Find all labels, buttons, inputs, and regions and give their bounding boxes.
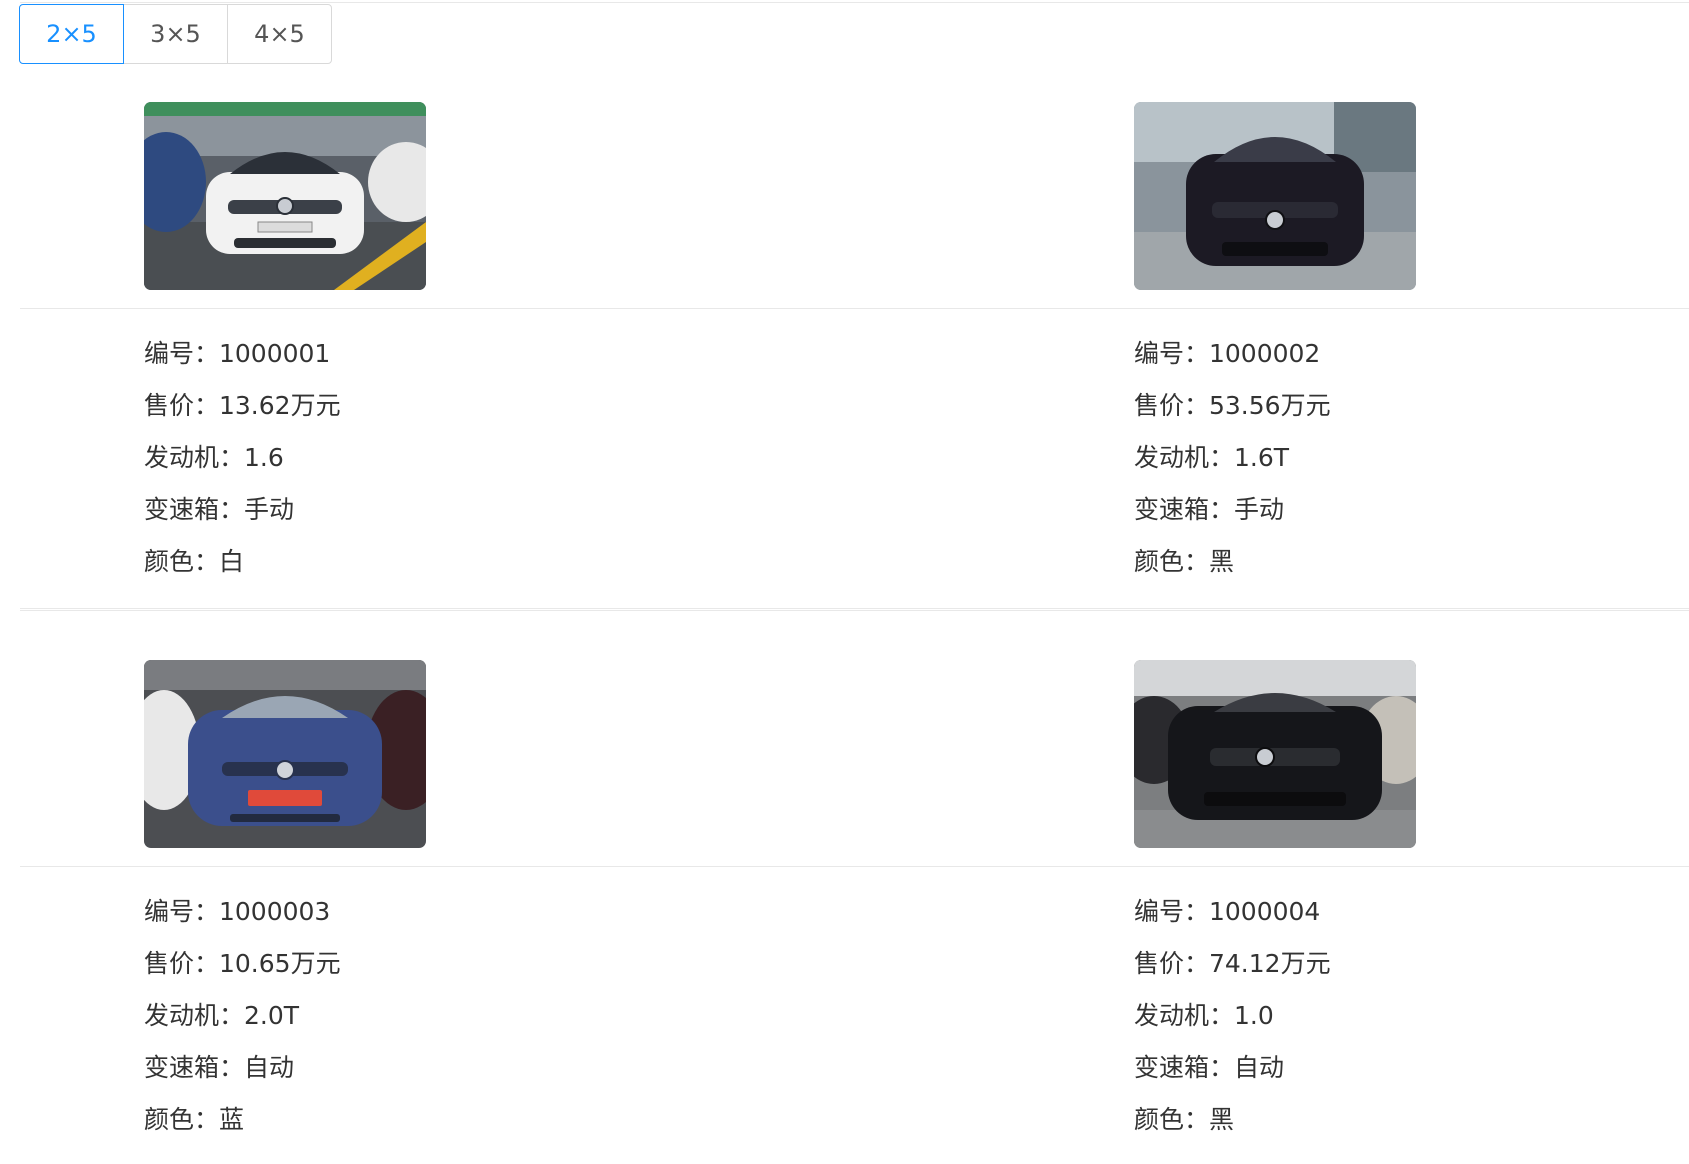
car-card[interactable]: 编号：1000001 售价：13.62万元 发动机：1.6 变速箱：手动 颜色：… [20,70,1010,610]
grid-size-toggle: 2×5 3×5 4×5 [19,4,332,64]
top-divider [20,2,1689,3]
car-price: 售价：53.56万元 [1134,391,1331,420]
card-bottom-border [1010,608,1689,609]
car-info: 编号：1000003 售价：10.65万元 发动机：2.0T 变速箱：自动 颜色… [144,886,341,1146]
car-color: 颜色：黑 [1134,547,1235,576]
car-gearbox: 变速箱：手动 [144,495,295,524]
car-id: 编号：1000001 [144,339,331,368]
car-gearbox: 变速箱：自动 [144,1053,295,1082]
car-price: 售价：13.62万元 [144,391,341,420]
car-card[interactable]: 编号：1000004 售价：74.12万元 发动机：1.0 变速箱：自动 颜色：… [1010,628,1689,1164]
grid-option-3x5[interactable]: 3×5 [123,4,228,64]
car-photo[interactable] [1134,660,1416,848]
car-list-page: 2×5 3×5 4×5 编号：1000001 售价：13.62万元 发动机：1.… [0,0,1689,1164]
car-id: 编号：1000003 [144,897,331,926]
car-color: 颜色：黑 [1134,1105,1235,1134]
car-price: 售价：74.12万元 [1134,949,1331,978]
car-photo-image [1134,102,1416,290]
car-engine: 发动机：1.6T [1134,443,1290,472]
car-photo[interactable] [144,660,426,848]
card-divider [1010,308,1689,309]
car-color: 颜色：蓝 [144,1105,245,1134]
car-card[interactable]: 编号：1000003 售价：10.65万元 发动机：2.0T 变速箱：自动 颜色… [20,628,1010,1164]
car-photo[interactable] [1134,102,1416,290]
car-id: 编号：1000002 [1134,339,1321,368]
row-divider [20,610,1689,611]
car-engine: 发动机：1.0 [1134,1001,1274,1030]
car-photo[interactable] [144,102,426,290]
car-gearbox: 变速箱：手动 [1134,495,1285,524]
car-photo-image [144,660,426,848]
car-price: 售价：10.65万元 [144,949,341,978]
car-card[interactable]: 编号：1000002 售价：53.56万元 发动机：1.6T 变速箱：手动 颜色… [1010,70,1689,610]
card-divider [1010,866,1689,867]
card-divider [20,866,1010,867]
car-info: 编号：1000001 售价：13.62万元 发动机：1.6 变速箱：手动 颜色：… [144,328,341,588]
car-id: 编号：1000004 [1134,897,1321,926]
car-info: 编号：1000002 售价：53.56万元 发动机：1.6T 变速箱：手动 颜色… [1134,328,1331,588]
car-engine: 发动机：2.0T [144,1001,300,1030]
car-engine: 发动机：1.6 [144,443,284,472]
car-color: 颜色：白 [144,547,245,576]
car-info: 编号：1000004 售价：74.12万元 发动机：1.0 变速箱：自动 颜色：… [1134,886,1331,1146]
grid-option-2x5[interactable]: 2×5 [19,4,124,64]
car-gearbox: 变速箱：自动 [1134,1053,1285,1082]
grid-option-4x5[interactable]: 4×5 [227,4,332,64]
car-photo-image [1134,660,1416,848]
card-divider [20,308,1010,309]
card-bottom-border [20,608,1010,609]
car-photo-image [144,102,426,290]
